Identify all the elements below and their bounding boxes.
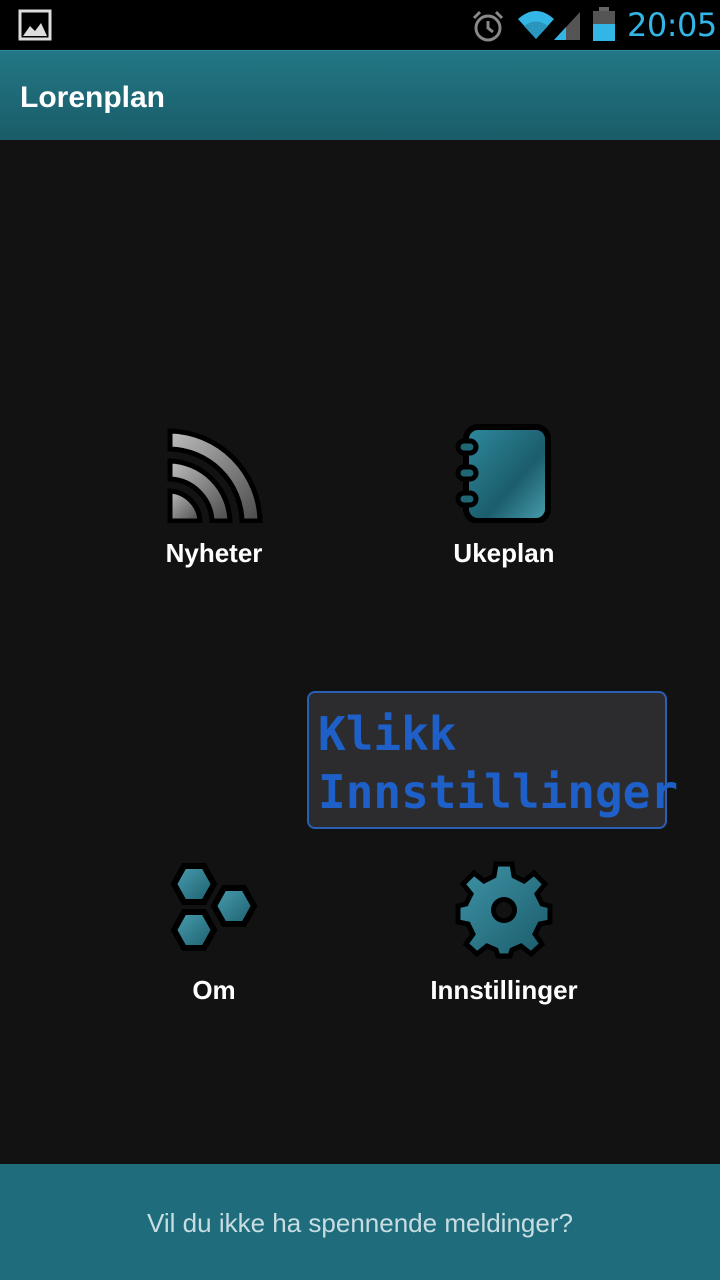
gallery-icon <box>18 9 52 41</box>
menu-item-label: Innstillinger <box>430 975 578 1005</box>
menu-item-innstillinger[interactable]: Innstillinger <box>384 860 624 1050</box>
menu-item-label: Om <box>192 975 236 1005</box>
app-title: Lorenplan <box>20 81 166 114</box>
hexagons-icon <box>170 863 258 951</box>
banner-text: Vil du ikke ha spennende meldinger? <box>147 1208 573 1238</box>
hint-line-2: Innstillinger <box>318 765 679 819</box>
notification-banner[interactable]: Vil du ikke ha spennende meldinger? <box>0 1164 720 1280</box>
menu-item-label: Nyheter <box>165 538 263 568</box>
menu-item-om[interactable]: Om <box>94 860 334 1050</box>
menu-item-label: Ukeplan <box>453 538 555 568</box>
gear-icon <box>455 861 553 959</box>
menu-item-ukeplan[interactable]: Ukeplan <box>384 423 624 613</box>
rss-icon <box>167 428 263 523</box>
hint-tooltip: Klikk Innstillinger <box>307 691 679 829</box>
menu-item-nyheter[interactable]: Nyheter <box>94 423 334 613</box>
battery-icon <box>593 7 615 41</box>
wifi-icon <box>518 11 554 39</box>
signal-icon <box>554 12 580 40</box>
hint-line-1: Klikk <box>318 707 457 761</box>
notebook-icon <box>455 424 551 523</box>
status-bar: 20:05 <box>0 0 720 50</box>
status-clock: 20:05 <box>627 6 717 44</box>
alarm-icon <box>472 10 504 42</box>
action-bar: Lorenplan <box>0 50 720 140</box>
